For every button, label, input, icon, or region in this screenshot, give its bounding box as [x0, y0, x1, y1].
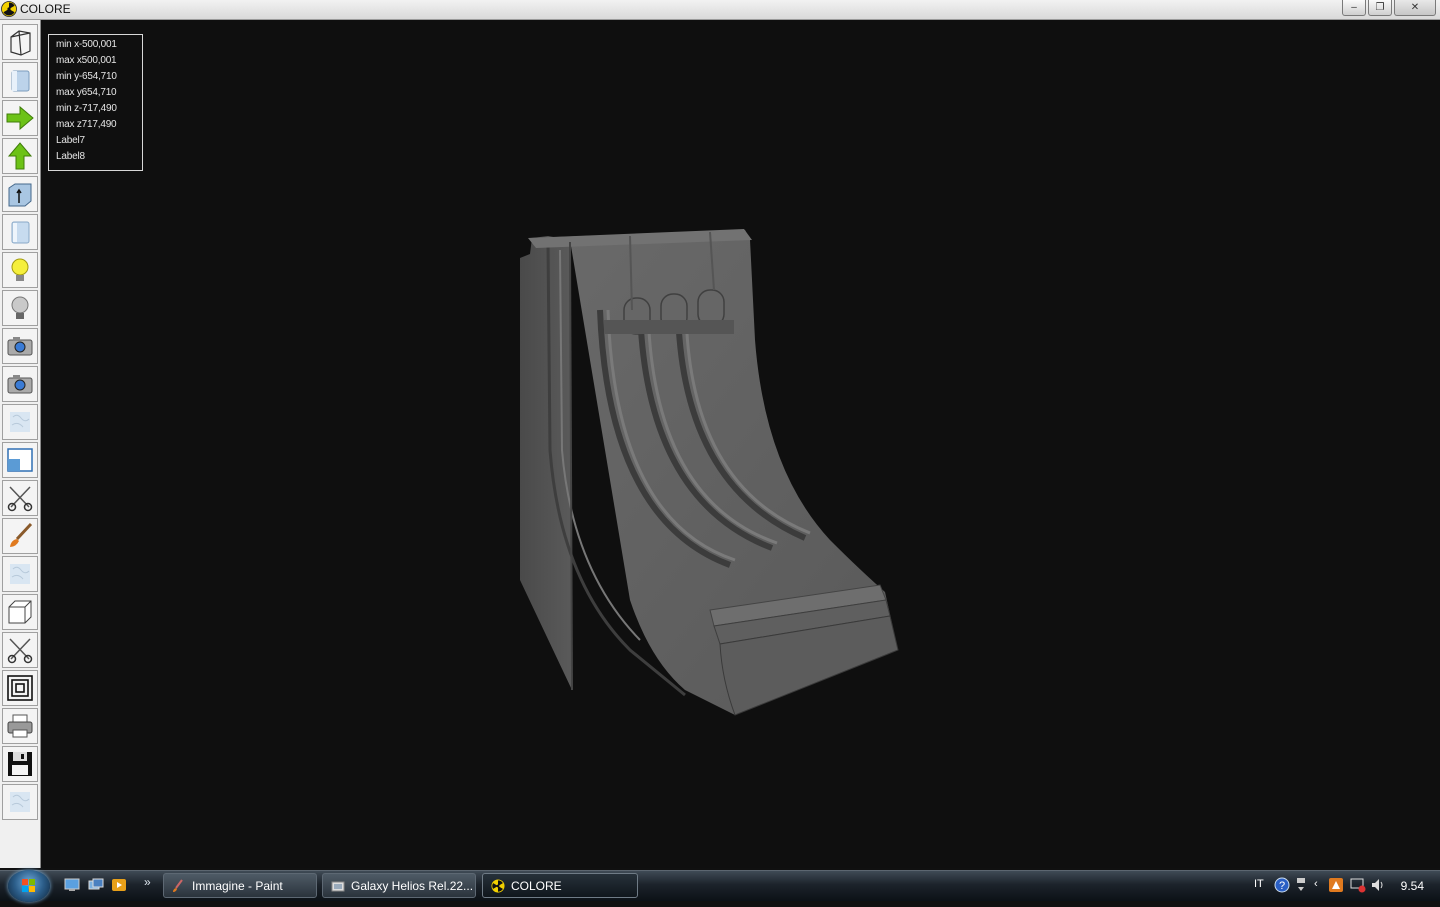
- max-x-label: max x500,001: [56, 55, 117, 66]
- solid-cube-icon: [11, 70, 30, 92]
- light-off-button[interactable]: [2, 290, 38, 326]
- title-bar: COLORE – ❐ ✕: [0, 0, 1440, 20]
- paintbrush-icon: [10, 522, 33, 547]
- corbel-3d-model[interactable]: [500, 220, 920, 730]
- clock[interactable]: 9.54: [1401, 879, 1424, 893]
- taskbar-item-paint[interactable]: Immagine - Paint: [163, 873, 317, 898]
- network-icon[interactable]: [1296, 877, 1306, 893]
- paint-icon: [173, 878, 183, 892]
- start-button[interactable]: [8, 870, 50, 902]
- floppy-disk-icon: [8, 752, 32, 776]
- taskbar: » Immagine - Paint Galaxy Helios Rel.22.…: [0, 870, 1440, 902]
- close-button[interactable]: ✕: [1394, 0, 1436, 16]
- minimize-icon: –: [1351, 2, 1357, 13]
- system-tray: IT ? ‹ 9.54: [1240, 871, 1440, 901]
- radiation-icon: [491, 878, 505, 893]
- minimize-button[interactable]: –: [1342, 0, 1366, 16]
- max-y-label: max y654,710: [56, 87, 117, 98]
- extrude-button[interactable]: [2, 176, 38, 212]
- paint-button[interactable]: [2, 518, 38, 554]
- texture-button-1[interactable]: [2, 404, 38, 440]
- texture-button-2[interactable]: [2, 556, 38, 592]
- box-button[interactable]: [2, 594, 38, 630]
- help-icon[interactable]: ?: [1274, 877, 1290, 893]
- show-desktop-icon[interactable]: [64, 878, 80, 892]
- folder-icon: [331, 881, 345, 891]
- media-player-icon[interactable]: [111, 878, 127, 892]
- taskbar-item-label: Immagine - Paint: [192, 878, 283, 893]
- scissors-icon: [7, 638, 33, 664]
- label8: Label8: [56, 151, 85, 162]
- cut-button-1[interactable]: [2, 480, 38, 516]
- concentric-button[interactable]: [2, 670, 38, 706]
- display-icon[interactable]: [1350, 877, 1366, 893]
- cylinder-icon: [11, 221, 30, 244]
- texture-icon: [10, 412, 30, 432]
- lightbulb-off-icon: [11, 296, 29, 319]
- alert-icon[interactable]: [1328, 877, 1344, 893]
- tool-palette: [0, 20, 41, 868]
- camera-button-1[interactable]: [2, 328, 38, 364]
- window-title: COLORE: [20, 2, 71, 16]
- arrow-up-icon: [7, 142, 33, 170]
- min-y-label: min y-654,710: [56, 71, 117, 82]
- windows-logo-icon: [22, 879, 35, 892]
- box-icon: [8, 600, 32, 624]
- label7: Label7: [56, 135, 85, 146]
- move-right-button[interactable]: [2, 100, 38, 136]
- light-on-button[interactable]: [2, 252, 38, 288]
- tray-expand-icon[interactable]: ‹: [1314, 878, 1318, 890]
- quicklaunch-expand-icon[interactable]: »: [144, 875, 151, 889]
- lightbulb-on-icon: [11, 258, 29, 281]
- cut-button-2[interactable]: [2, 632, 38, 668]
- min-z-label: min z-717,490: [56, 103, 117, 114]
- close-icon: ✕: [1410, 2, 1420, 13]
- taskbar-item-label: COLORE: [511, 878, 562, 893]
- bounds-info-panel: min x-500,001 max x500,001 min y-654,710…: [48, 34, 143, 171]
- volume-icon[interactable]: [1370, 877, 1386, 893]
- cylinder-button[interactable]: [2, 214, 38, 250]
- radiation-icon: [1, 1, 17, 17]
- move-up-button[interactable]: [2, 138, 38, 174]
- printer-icon: [7, 714, 33, 738]
- save-button[interactable]: [2, 746, 38, 782]
- taskbar-item-label: Galaxy Helios Rel.22...: [351, 878, 474, 893]
- camera-button-2[interactable]: [2, 366, 38, 402]
- camera-icon: [7, 337, 33, 356]
- texture-icon: [10, 792, 30, 812]
- concentric-squares-icon: [7, 675, 33, 701]
- print-button[interactable]: [2, 708, 38, 744]
- cube-arrow-icon: [8, 183, 32, 207]
- scissors-icon: [7, 486, 33, 512]
- min-x-label: min x-500,001: [56, 39, 117, 50]
- switch-windows-icon[interactable]: [88, 878, 104, 892]
- texture-icon: [10, 564, 30, 584]
- language-indicator[interactable]: IT: [1254, 878, 1264, 890]
- wireframe-box-icon: [10, 30, 31, 56]
- taskbar-item-galaxy[interactable]: Galaxy Helios Rel.22...: [322, 873, 476, 898]
- restore-button[interactable]: ❐: [1368, 0, 1392, 16]
- wireframe-tool-button[interactable]: [2, 24, 38, 60]
- max-z-label: max z717,490: [56, 119, 117, 130]
- svg-text:?: ?: [1279, 880, 1285, 892]
- solid-view-button[interactable]: [2, 62, 38, 98]
- texture-button-3[interactable]: [2, 784, 38, 820]
- restore-icon: ❐: [1375, 2, 1385, 13]
- resize-view-button[interactable]: [2, 442, 38, 478]
- taskbar-item-colore[interactable]: COLORE: [482, 873, 638, 898]
- arrow-right-icon: [6, 105, 34, 131]
- camera-icon: [7, 375, 33, 394]
- window-resize-icon: [7, 448, 33, 472]
